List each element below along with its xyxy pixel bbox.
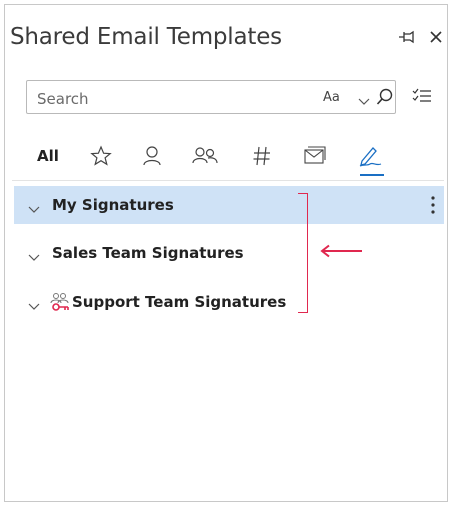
filter-list-icon[interactable]: [412, 87, 432, 110]
annotation-arrow-icon: [320, 244, 364, 263]
signature-icon[interactable]: [358, 138, 382, 174]
chevron-down-icon[interactable]: [358, 93, 370, 111]
category-tabs: All: [20, 138, 440, 174]
people-icon[interactable]: [192, 138, 218, 174]
pin-icon[interactable]: [398, 30, 416, 44]
close-icon[interactable]: [430, 31, 442, 43]
match-case-toggle[interactable]: Aa: [323, 90, 340, 105]
tree-item-my-signatures[interactable]: My Signatures: [14, 186, 444, 224]
tree-item-label: Support Team Signatures: [72, 293, 287, 311]
chevron-down-icon[interactable]: [28, 201, 40, 219]
shared-team-key-icon: [50, 291, 70, 318]
active-tab-indicator: [360, 174, 384, 176]
tree-item-label: My Signatures: [52, 196, 174, 214]
chevron-down-icon[interactable]: [28, 249, 40, 267]
chevron-down-icon[interactable]: [28, 298, 40, 316]
hashtag-icon[interactable]: [252, 138, 272, 174]
search-placeholder: Search: [37, 90, 89, 108]
tabs-divider: [12, 180, 444, 181]
person-icon[interactable]: [142, 138, 162, 174]
pane-title: Shared Email Templates: [10, 24, 282, 50]
star-icon[interactable]: [90, 138, 112, 174]
search-input[interactable]: Search Aa: [26, 80, 396, 114]
tree-item-support-team-signatures[interactable]: Support Team Signatures: [14, 283, 444, 321]
title-actions: [398, 30, 442, 44]
annotation-bracket: [298, 193, 308, 313]
more-options-icon[interactable]: [430, 195, 436, 220]
search-icon[interactable]: [376, 88, 394, 111]
mail-icon[interactable]: [302, 138, 326, 174]
tree-item-sales-team-signatures[interactable]: Sales Team Signatures: [14, 234, 444, 272]
tree-item-label: Sales Team Signatures: [52, 244, 244, 262]
tab-all[interactable]: All: [37, 138, 59, 174]
